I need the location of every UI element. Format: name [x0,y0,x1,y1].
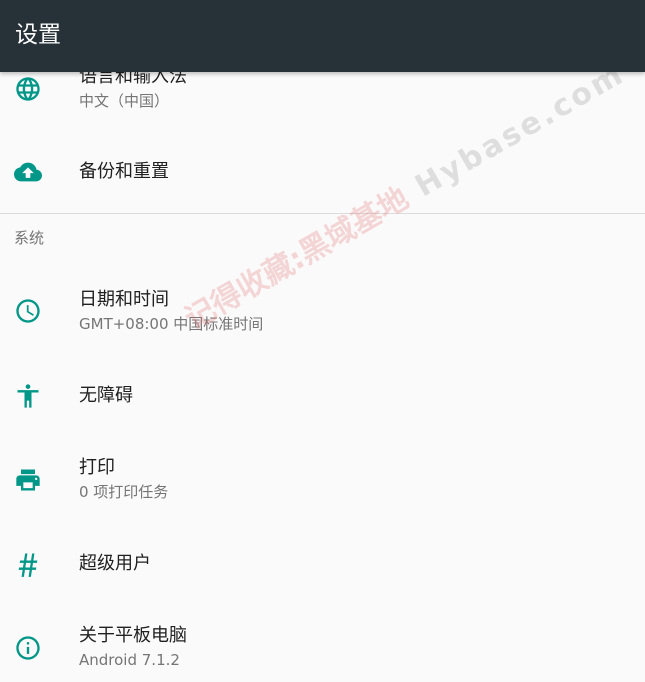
settings-item-title: 无障碍 [79,385,133,406]
accessibility-icon [14,382,42,410]
settings-item-title: 日期和时间 [79,289,169,310]
page-title: 设置 [15,22,61,48]
hash-icon [14,550,42,578]
settings-item-title: 超级用户 [79,553,151,574]
settings-item-date-time[interactable]: 日期和时间 GMT+08:00 中国标准时间 [0,276,645,346]
settings-item-title: 关于平板电脑 [79,625,187,646]
app-bar: 设置 [0,0,645,72]
globe-icon [14,75,42,103]
printer-icon [14,466,42,494]
settings-item-summary: GMT+08:00 中国标准时间 [79,315,264,333]
cloud-upload-icon [14,158,42,186]
settings-item-title: 打印 [79,457,115,478]
category-header-system: 系统 [14,229,45,247]
clock-icon [14,297,42,325]
info-icon [14,634,42,662]
settings-item-backup-reset[interactable]: 备份和重置 [0,136,645,206]
settings-item-summary: 0 项打印任务 [79,483,169,501]
section-divider [0,213,645,214]
settings-item-about-tablet[interactable]: 关于平板电脑 Android 7.1.2 [0,612,645,682]
settings-item-summary: 中文（中国） [79,92,170,110]
settings-item-print[interactable]: 打印 0 项打印任务 [0,444,645,514]
settings-screen: 设置 语言和输入法 中文（中国） 备份和重置 系统 日期和时间 GMT+08:0… [0,0,645,682]
settings-item-superuser[interactable]: 超级用户 [0,528,645,598]
settings-item-summary: Android 7.1.2 [79,651,180,669]
settings-item-accessibility[interactable]: 无障碍 [0,360,645,430]
settings-item-title: 备份和重置 [79,161,169,182]
